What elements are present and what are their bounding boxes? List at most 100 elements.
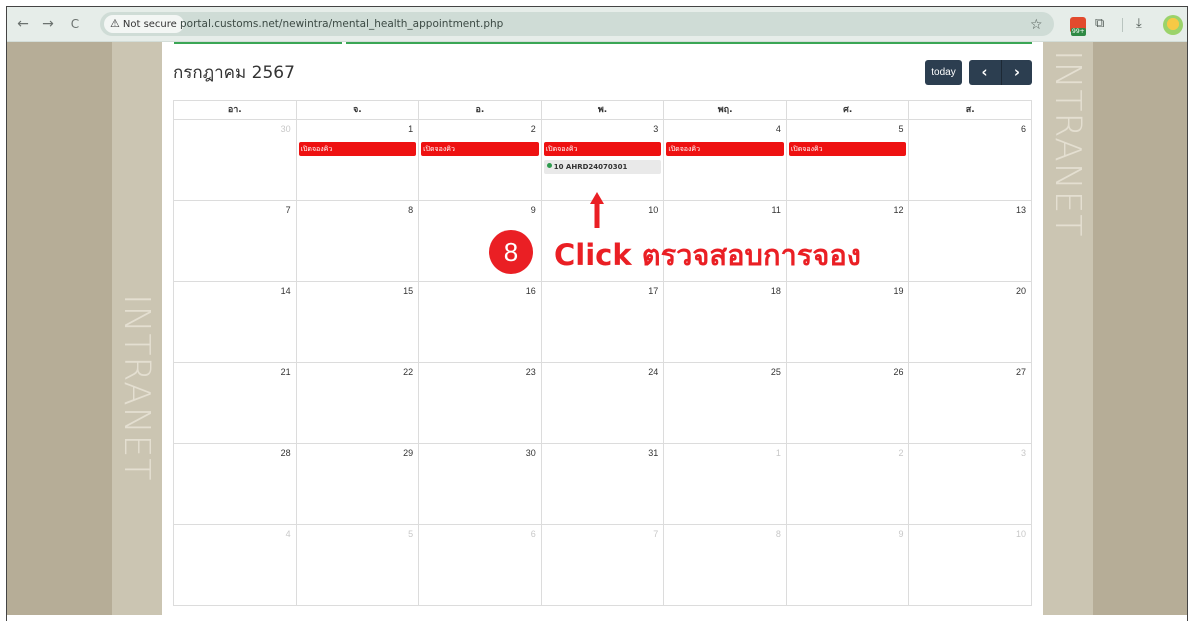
day-number[interactable]: 9: [898, 529, 903, 539]
day-cell[interactable]: 16: [419, 282, 542, 363]
day-cell[interactable]: 13: [909, 201, 1033, 282]
day-cell[interactable]: 18: [664, 282, 787, 363]
day-cell[interactable]: 25: [664, 363, 787, 444]
day-number[interactable]: 2: [531, 124, 536, 134]
day-number[interactable]: 15: [403, 286, 413, 296]
day-number[interactable]: 25: [771, 367, 781, 377]
day-number[interactable]: 8: [776, 529, 781, 539]
day-number[interactable]: 10: [1016, 529, 1026, 539]
day-cell[interactable]: 26: [786, 363, 910, 444]
day-number[interactable]: 4: [286, 529, 291, 539]
day-number[interactable]: 3: [653, 124, 658, 134]
day-cell[interactable]: 4: [173, 525, 297, 606]
day-number[interactable]: 11: [772, 205, 781, 215]
menu-dots-icon[interactable]: ⋮: [1187, 14, 1194, 34]
day-cell[interactable]: 24: [541, 363, 665, 444]
day-cell[interactable]: 4 เปิดจองคิว: [664, 120, 787, 201]
day-number[interactable]: 12: [893, 205, 903, 215]
day-cell[interactable]: 3: [909, 444, 1033, 525]
day-cell[interactable]: 9: [786, 525, 910, 606]
download-icon[interactable]: ⤓: [1136, 14, 1142, 34]
day-number[interactable]: 13: [1016, 205, 1026, 215]
day-cell[interactable]: 5: [296, 525, 420, 606]
back-arrow-icon[interactable]: ←: [12, 13, 34, 35]
day-cell[interactable]: 27: [909, 363, 1033, 444]
day-cell[interactable]: 29: [296, 444, 420, 525]
open-booking-event[interactable]: เปิดจองคิว: [788, 142, 907, 156]
day-cell[interactable]: 3 เปิดจองคิว 10 AHRD24070301: [541, 120, 665, 201]
day-number[interactable]: 5: [898, 124, 903, 134]
day-number[interactable]: 5: [408, 529, 413, 539]
booking-entry[interactable]: 10 AHRD24070301: [543, 160, 662, 174]
day-number[interactable]: 6: [531, 529, 536, 539]
day-cell[interactable]: 22: [296, 363, 420, 444]
day-number[interactable]: 1: [776, 448, 781, 458]
day-cell[interactable]: 8: [296, 201, 420, 282]
day-cell[interactable]: 23: [419, 363, 542, 444]
day-cell[interactable]: 1 เปิดจองคิว: [296, 120, 420, 201]
day-cell[interactable]: 31: [541, 444, 665, 525]
day-number[interactable]: 18: [771, 286, 781, 296]
day-cell[interactable]: 20: [909, 282, 1033, 363]
day-number[interactable]: 20: [1016, 286, 1026, 296]
day-cell[interactable]: 6: [419, 525, 542, 606]
day-cell[interactable]: 7: [541, 525, 665, 606]
day-number[interactable]: 2: [898, 448, 903, 458]
day-cell[interactable]: 7: [173, 201, 297, 282]
day-cell[interactable]: 8: [664, 525, 787, 606]
day-number[interactable]: 14: [281, 286, 291, 296]
day-cell[interactable]: 10: [909, 525, 1033, 606]
bookmark-star-icon[interactable]: ☆: [1030, 13, 1043, 35]
day-cell[interactable]: 21: [173, 363, 297, 444]
day-number[interactable]: 21: [281, 367, 291, 377]
address-bar[interactable]: ⚠ Not secure portal.customs.net/newintra/…: [100, 12, 1054, 36]
security-chip[interactable]: ⚠ Not secure: [104, 15, 184, 33]
day-cell[interactable]: 30: [173, 120, 297, 201]
day-cell[interactable]: 17: [541, 282, 665, 363]
open-booking-event[interactable]: เปิดจองคิว: [298, 142, 417, 156]
day-number[interactable]: 7: [286, 205, 291, 215]
day-number[interactable]: 24: [648, 367, 658, 377]
url-text[interactable]: portal.customs.net/newintra/mental_healt…: [180, 12, 503, 36]
prev-month-button[interactable]: ‹: [969, 60, 1000, 85]
day-cell[interactable]: 14: [173, 282, 297, 363]
day-number[interactable]: 8: [408, 205, 413, 215]
day-number[interactable]: 30: [526, 448, 536, 458]
day-cell[interactable]: 1: [664, 444, 787, 525]
day-number[interactable]: 10: [648, 205, 658, 215]
day-cell[interactable]: 28: [173, 444, 297, 525]
forward-arrow-icon[interactable]: →: [37, 13, 59, 35]
open-booking-event[interactable]: เปิดจองคิว: [421, 142, 539, 156]
day-number[interactable]: 30: [281, 124, 291, 134]
day-number[interactable]: 6: [1021, 124, 1026, 134]
day-cell[interactable]: 2 เปิดจองคิว: [419, 120, 542, 201]
day-number[interactable]: 3: [1021, 448, 1026, 458]
day-cell[interactable]: 2: [786, 444, 910, 525]
day-cell[interactable]: 15: [296, 282, 420, 363]
day-number[interactable]: 9: [531, 205, 536, 215]
day-number[interactable]: 29: [403, 448, 413, 458]
day-number[interactable]: 28: [281, 448, 291, 458]
day-number[interactable]: 4: [776, 124, 781, 134]
day-number[interactable]: 31: [648, 448, 658, 458]
day-number[interactable]: 26: [893, 367, 903, 377]
extension-icon[interactable]: 99+: [1070, 17, 1086, 36]
day-number[interactable]: 27: [1016, 367, 1026, 377]
day-number[interactable]: 7: [653, 529, 658, 539]
day-cell[interactable]: 30: [419, 444, 542, 525]
reload-icon[interactable]: C: [64, 13, 86, 35]
open-booking-event[interactable]: เปิดจองคิว: [666, 142, 784, 156]
day-number[interactable]: 19: [893, 286, 903, 296]
day-number[interactable]: 1: [408, 124, 413, 134]
open-booking-event[interactable]: เปิดจองคิว: [543, 142, 662, 156]
day-number[interactable]: 22: [403, 367, 413, 377]
today-button[interactable]: today: [925, 60, 962, 85]
next-month-button[interactable]: ›: [1001, 60, 1032, 85]
day-number[interactable]: 17: [648, 286, 658, 296]
extensions-puzzle-icon[interactable]: ⧉: [1095, 14, 1104, 34]
day-cell[interactable]: 19: [786, 282, 910, 363]
day-cell[interactable]: 6: [909, 120, 1033, 201]
day-number[interactable]: 16: [526, 286, 536, 296]
profile-avatar[interactable]: [1163, 15, 1183, 35]
day-number[interactable]: 23: [526, 367, 536, 377]
